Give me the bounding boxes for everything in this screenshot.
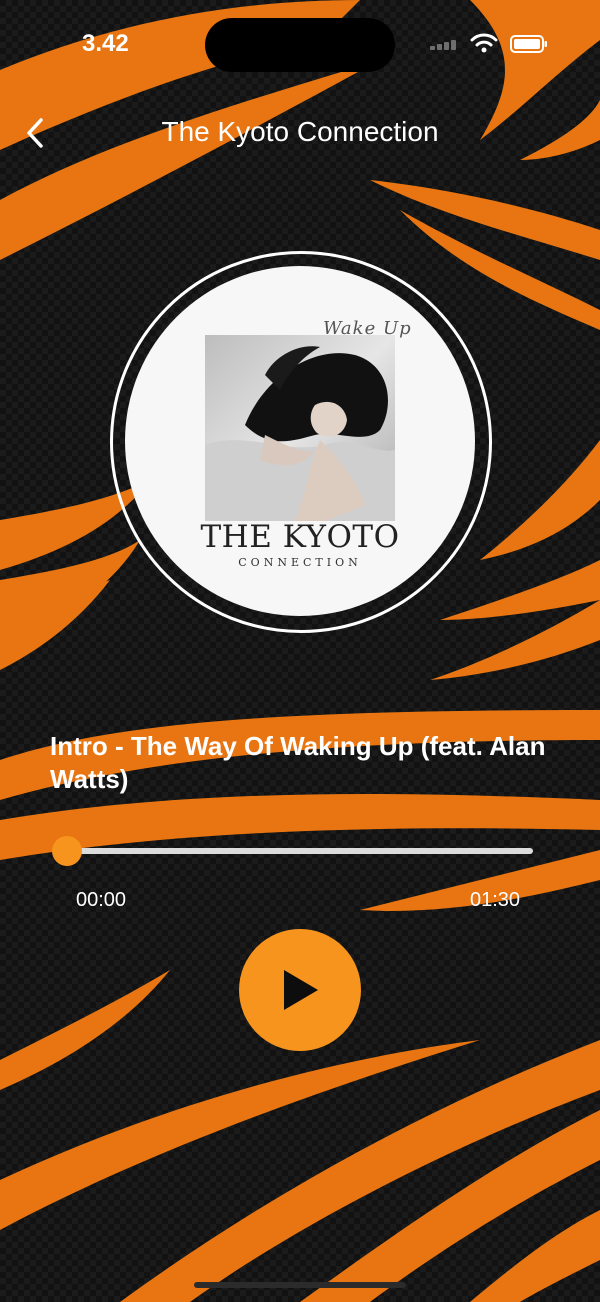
player-screen: 3.42 The Kyoto Connection Wake Up THE KY…	[0, 0, 600, 1302]
album-sticker-text: Wake Up	[323, 318, 412, 339]
battery-icon	[510, 35, 547, 53]
elapsed-time: 00:00	[76, 889, 127, 911]
album-subtitle-text: CONNECTION	[238, 556, 362, 569]
album-brand-text: THE KYOTO	[200, 519, 400, 555]
cellular-signal-icon	[430, 40, 458, 50]
progress-slider[interactable]	[67, 848, 533, 854]
wifi-icon	[470, 33, 498, 53]
album-cover-photo	[205, 335, 395, 521]
navigation-bar: The Kyoto Connection	[0, 100, 600, 166]
progress-thumb[interactable]	[52, 836, 82, 866]
tiger-stripes-background	[0, 0, 600, 1302]
track-title: Intro - The Way Of Waking Up (feat. Alan…	[50, 731, 546, 794]
home-indicator	[194, 1282, 406, 1288]
play-icon	[284, 970, 318, 1010]
total-duration: 01:30	[470, 889, 521, 911]
dynamic-island	[205, 18, 395, 72]
play-button[interactable]	[239, 929, 361, 1051]
page-title: The Kyoto Connection	[161, 116, 439, 147]
status-time: 3.42	[82, 30, 129, 57]
status-bar: 3.42	[0, 0, 600, 90]
